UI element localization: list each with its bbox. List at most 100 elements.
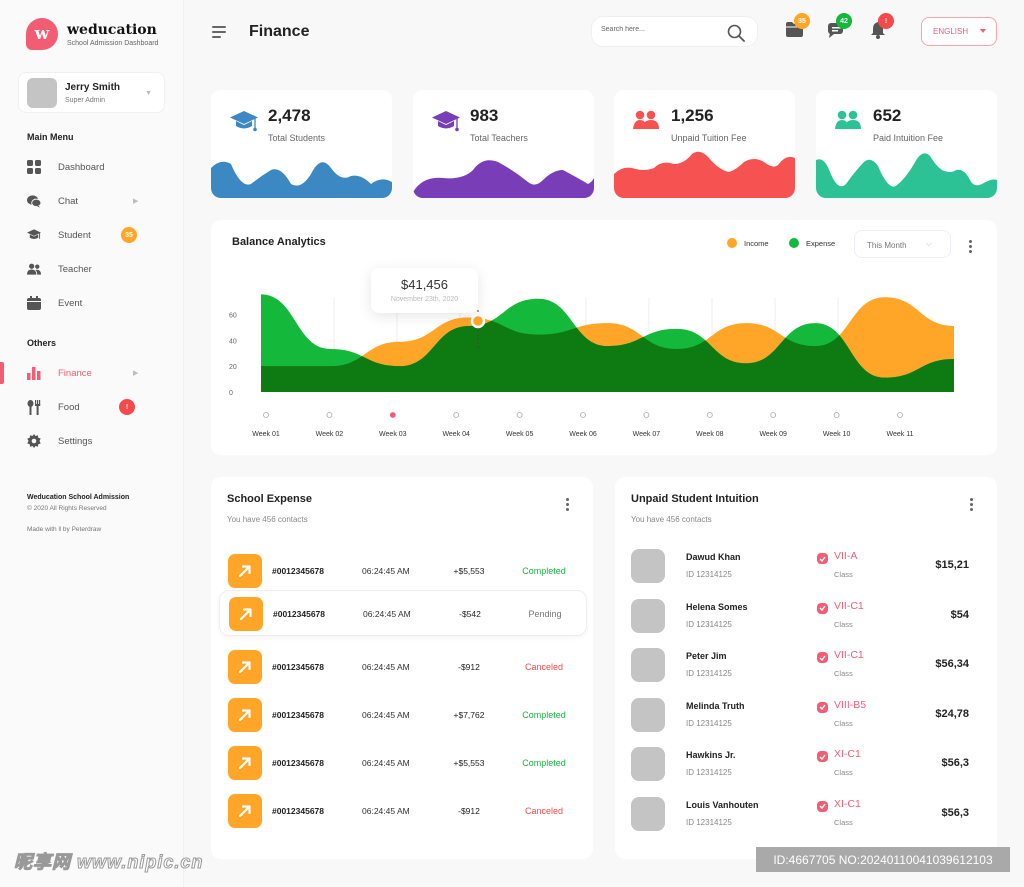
check-badge-icon <box>817 602 828 614</box>
food-alert-badge: ! <box>119 399 135 415</box>
avatar <box>631 796 665 831</box>
sidebar-item-dashboard[interactable]: Dashboard <box>0 156 184 178</box>
stat-wave <box>211 161 392 198</box>
check-badge-icon <box>817 701 828 713</box>
stat-card-unpaid-tuition[interactable]: 1,256 Unpaid Tuition Fee <box>614 90 795 198</box>
card-title: School Expense <box>227 493 312 505</box>
expense-row[interactable]: #0012345678 06:24:45 AM -$912 Canceled <box>219 644 587 690</box>
student-class: VII-C1 <box>834 599 864 612</box>
class-label: Class <box>834 768 853 777</box>
transaction-id: #0012345678 <box>273 609 326 619</box>
sidebar-item-teacher[interactable]: Teacher <box>0 258 184 280</box>
search-input[interactable] <box>601 26 711 33</box>
highlight-point[interactable] <box>470 313 486 329</box>
sidebar-item-student[interactable]: Student 35 <box>0 224 184 246</box>
week-selector-dot[interactable] <box>453 412 460 418</box>
student-row[interactable]: Helena Somes ID 12314125 VII-C1 Class $54 <box>631 598 981 639</box>
week-selector-dot[interactable] <box>770 412 777 418</box>
x-tick-label: Week 09 <box>759 431 787 438</box>
chevron-down-icon[interactable]: ▼ <box>145 90 152 97</box>
footer-copyright: © 2020 All Rights Reserved <box>27 505 107 512</box>
x-tick-label: Week 07 <box>633 431 661 438</box>
unpaid-amount: $24,78 <box>935 707 969 720</box>
graduation-cap-icon <box>432 110 460 132</box>
week-selector-dot[interactable] <box>833 412 840 418</box>
transaction-amount: +$5,553 <box>453 758 485 768</box>
watermark-right: ID:4667705 NO:20240110041039612103 <box>756 847 1010 872</box>
sidebar-item-settings[interactable]: Settings <box>0 430 184 452</box>
sidebar-item-chat[interactable]: Chat ▶ <box>0 190 184 212</box>
expense-row[interactable]: #0012345678 06:24:45 AM +$7,762 Completed <box>219 692 587 738</box>
student-row[interactable]: Melinda Truth ID 12314125 VIII-B5 Class $24,… <box>631 697 981 738</box>
stat-wave <box>614 151 795 198</box>
week-selector-dot[interactable] <box>580 412 586 418</box>
transaction-time: 06:24:45 AM <box>362 758 410 768</box>
avatar <box>631 747 665 781</box>
others-title: Others <box>27 338 57 348</box>
stat-card-total-teachers[interactable]: 983 Total Teachers <box>413 90 594 198</box>
sidebar-item-label: Teacher <box>58 263 92 275</box>
week-selector-dot[interactable] <box>263 412 269 418</box>
week-selector-dot[interactable] <box>706 412 713 418</box>
sidebar-item-food[interactable]: Food ! <box>0 396 184 418</box>
sidebar-item-finance[interactable]: Finance ▶ <box>0 362 184 384</box>
stat-value: 983 <box>470 106 499 125</box>
student-class: XI-C1 <box>834 797 861 810</box>
x-tick-label: Week 08 <box>696 431 724 438</box>
student-row[interactable]: Dawud Khan ID 12314125 VII-A Class $15,21 <box>631 549 981 589</box>
student-id: ID 12314125 <box>686 768 732 777</box>
users-icon <box>27 262 41 276</box>
logo-badge: w <box>26 18 58 50</box>
y-tick-label: 60 <box>229 312 237 319</box>
week-selector-dot[interactable] <box>389 412 396 418</box>
hamburger-menu-icon[interactable] <box>212 26 226 41</box>
more-options-icon[interactable] <box>970 498 973 511</box>
watermark-left: 昵享网 www.nipic.cn <box>13 852 204 873</box>
student-row[interactable]: Louis Vanhouten ID 12314125 XI-C1 Class $56,… <box>631 796 981 837</box>
tooltip-date: November 23th, 2020 <box>390 296 459 303</box>
x-tick-label: Week 04 <box>442 431 470 438</box>
stat-label: Unpaid Tuition Fee <box>671 133 747 143</box>
calendar-icon <box>27 296 41 310</box>
y-tick-label: 20 <box>229 364 237 371</box>
student-row[interactable]: Peter Jim ID 12314125 VII-C1 Class $56,34 <box>631 648 981 688</box>
unpaid-amount: $56,3 <box>941 757 969 769</box>
sidebar-item-event[interactable]: Event <box>0 292 184 314</box>
expense-row[interactable]: #0012345678 06:24:45 AM +$5,553 Completed <box>219 548 587 594</box>
sidebar-item-label: Event <box>58 297 83 309</box>
expense-row[interactable]: #0012345678 06:24:45 AM +$5,553 Completed <box>219 740 587 786</box>
graduation-cap-icon <box>230 110 258 132</box>
balance-analytics-card: Balance Analytics Income Expense This Mo… <box>211 220 997 455</box>
footer-credit[interactable]: Made with ‖ by Peterdraw <box>27 526 129 533</box>
stat-wave <box>816 153 997 198</box>
avatar <box>631 598 665 633</box>
week-selector-dot[interactable] <box>643 412 650 418</box>
x-tick-label: Week 06 <box>569 431 597 438</box>
arrow-up-right-icon <box>229 597 263 631</box>
transaction-amount: -$912 <box>458 806 480 816</box>
user-profile-card[interactable]: Jerry Smith Super Admin ▼ <box>18 72 165 113</box>
class-label: Class <box>834 718 853 728</box>
language-select[interactable]: ENGLISH <box>921 17 997 46</box>
arrow-up-right-icon <box>228 650 262 684</box>
logo[interactable]: w weducation School Admission Dashboard <box>26 18 158 50</box>
expense-row[interactable]: #0012345678 06:24:45 AM -$912 Canceled <box>219 788 587 834</box>
transaction-id: #0012345678 <box>272 710 325 720</box>
transaction-amount: +$5,553 <box>453 566 485 576</box>
x-tick-label: Week 05 <box>506 431 534 438</box>
transaction-status: Pending <box>528 609 562 619</box>
week-selector-dot[interactable] <box>897 412 903 418</box>
unpaid-amount: $54 <box>950 608 969 621</box>
stat-card-total-students[interactable]: 2,478 Total Students <box>211 90 392 198</box>
week-selector-dot[interactable] <box>326 412 333 418</box>
footer-title: Weducation School Admission <box>27 494 130 501</box>
student-name: Helena Somes <box>686 601 748 612</box>
search-icon[interactable] <box>727 24 745 47</box>
users-icon <box>633 110 659 132</box>
expense-row[interactable]: #0012345678 06:24:45 AM -$542 Pending <box>219 590 587 636</box>
more-options-icon[interactable] <box>566 498 569 511</box>
week-selector-dot[interactable] <box>516 412 523 418</box>
stat-card-paid-tuition[interactable]: 652 Paid Intuition Fee <box>816 90 997 198</box>
check-badge-icon <box>817 553 828 564</box>
student-row[interactable]: Hawkins Jr. ID 12314125 XI-C1 Class $56,3 <box>631 747 981 787</box>
